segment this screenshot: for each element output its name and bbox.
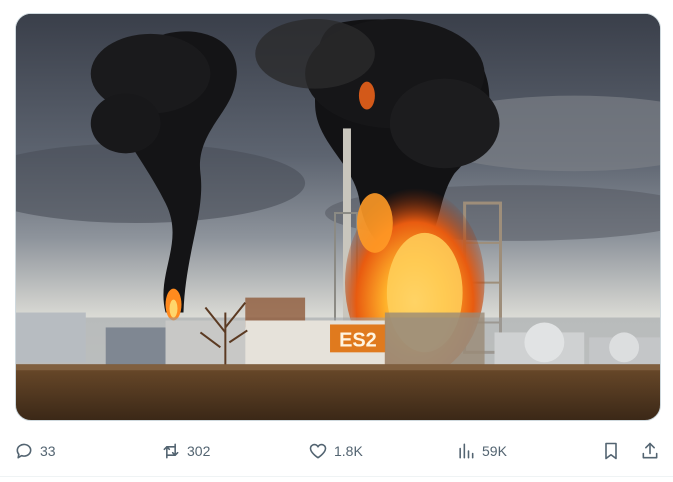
like-button[interactable]: 1.8K [308, 434, 363, 468]
bookmark-icon [605, 442, 617, 460]
views-button[interactable]: 59K [456, 434, 507, 468]
tweet-action-bar: 33 302 1.8K 59K [0, 434, 673, 468]
share-icon [642, 442, 658, 459]
heart-icon [309, 443, 327, 459]
repost-count: 302 [187, 443, 211, 459]
like-count: 1.8K [334, 443, 363, 459]
share-button[interactable] [640, 434, 660, 468]
bar-chart-icon [459, 443, 474, 459]
repost-button[interactable]: 302 [161, 434, 210, 468]
refinery-fire-photo: ES2 [16, 14, 660, 420]
view-count: 59K [482, 443, 507, 459]
repost-icon [163, 443, 179, 459]
reply-button[interactable]: 33 [14, 434, 56, 468]
divider [0, 476, 673, 477]
reply-count: 33 [40, 443, 56, 459]
es2-sign-text: ES2 [339, 329, 377, 351]
bookmark-button[interactable] [601, 434, 621, 468]
reply-icon [16, 443, 32, 459]
tweet-media-photo[interactable]: ES2 [15, 13, 661, 421]
